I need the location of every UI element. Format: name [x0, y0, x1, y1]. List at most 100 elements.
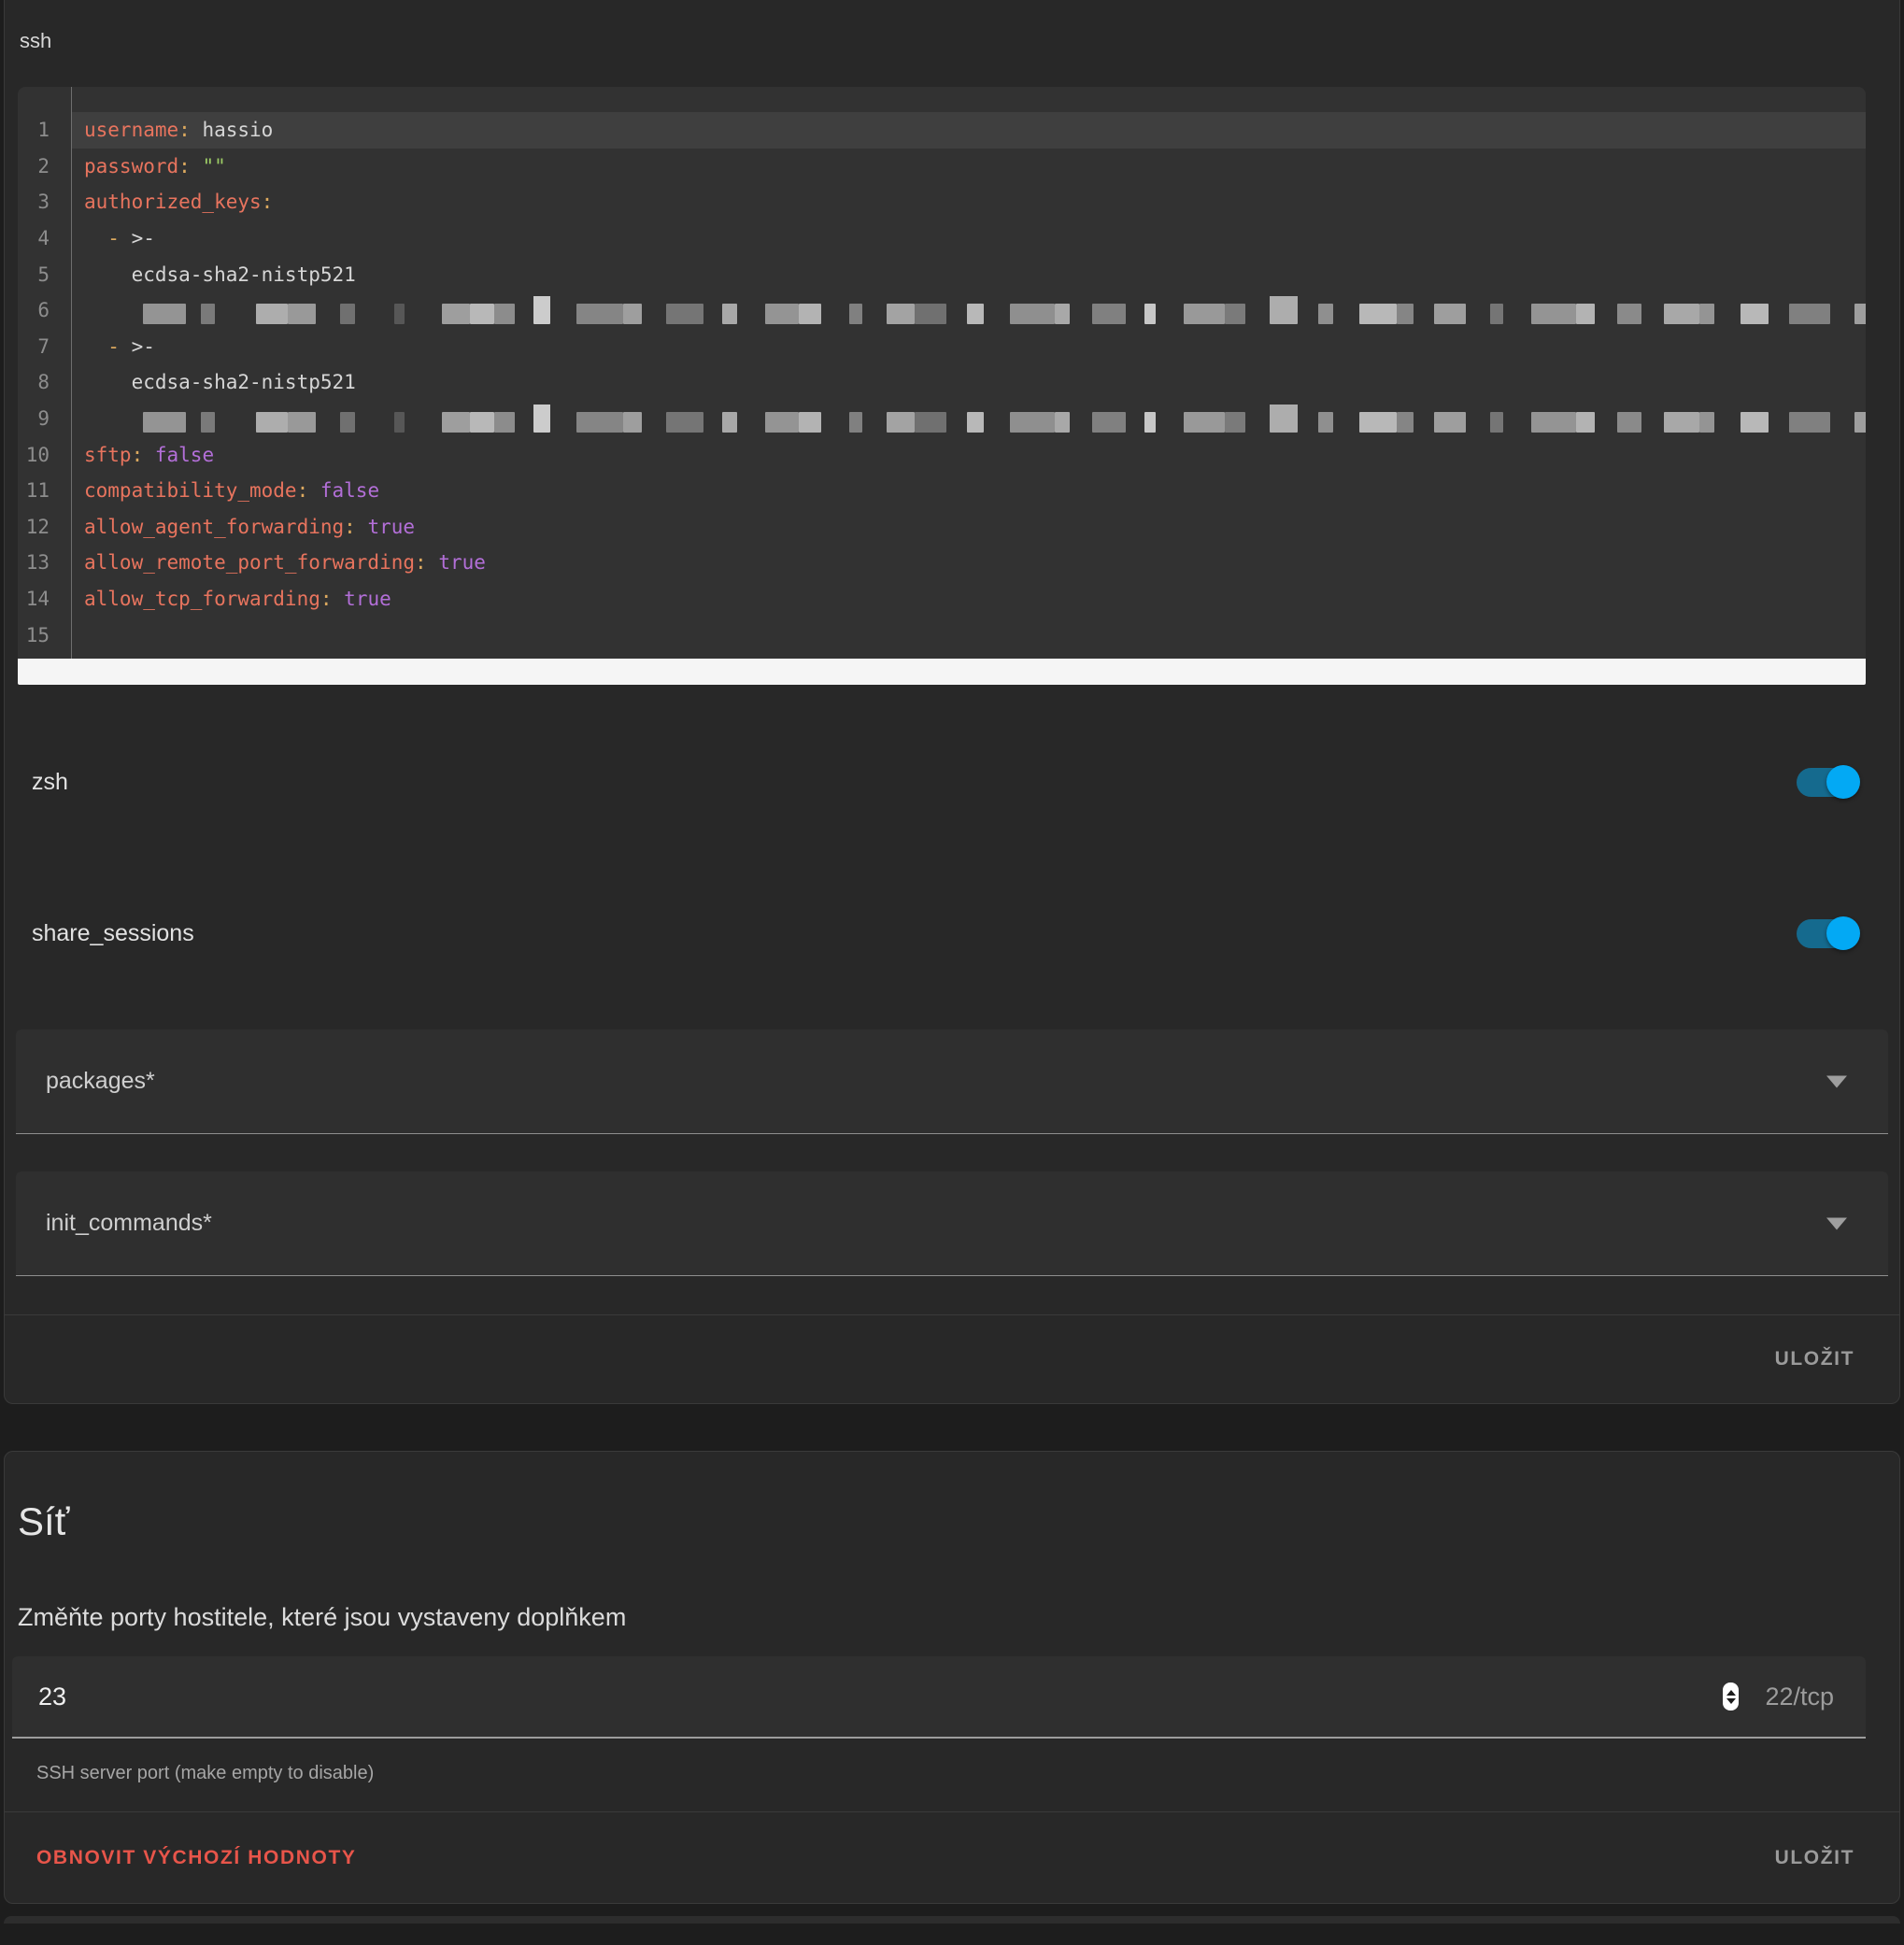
- redacted-block: [722, 304, 737, 324]
- redacted-block: [1359, 412, 1397, 433]
- redacted-block: [1699, 304, 1714, 324]
- reset-defaults-button[interactable]: OBNOVIT VÝCHOZÍ HODNOTY: [33, 1838, 360, 1879]
- line-number: 11: [18, 479, 50, 502]
- editor-line-content: authorized_keys:: [71, 184, 1866, 220]
- redacted-block: [1741, 412, 1769, 433]
- redacted-block: [288, 412, 316, 433]
- ssh-port-field[interactable]: 22/tcp: [12, 1656, 1866, 1739]
- editor-line[interactable]: 13allow_remote_port_forwarding: true: [18, 545, 1866, 581]
- redacted-block: [1144, 412, 1156, 433]
- editor-line[interactable]: 2password: "": [18, 149, 1866, 185]
- editor-line[interactable]: 12allow_agent_forwarding: true: [18, 509, 1866, 546]
- network-card: Síť Změňte porty hostitele, které jsou v…: [4, 1451, 1900, 1904]
- redacted-block: [1490, 304, 1503, 324]
- redacted-block: [394, 304, 405, 324]
- redacted-block: [494, 304, 515, 324]
- redacted-block: [623, 304, 642, 324]
- init-commands-select[interactable]: init_commands*: [16, 1171, 1888, 1276]
- editor-line-content: allow_agent_forwarding: true: [71, 509, 1866, 546]
- redacted-block: [576, 304, 623, 324]
- redacted-block: [470, 304, 494, 324]
- editor-line-content: ecdsa-sha2-nistp521: [71, 256, 1866, 292]
- redacted-block: [1664, 304, 1699, 324]
- container-port-label: 22/tcp: [1765, 1682, 1834, 1711]
- line-number: 8: [18, 371, 50, 393]
- redacted-block: [256, 304, 288, 324]
- port-stepper-icon[interactable]: [1723, 1682, 1739, 1711]
- redacted-block: [1789, 304, 1830, 324]
- network-description: Změňte porty hostitele, které jsou vysta…: [5, 1603, 1899, 1632]
- ssh-port-input[interactable]: [36, 1682, 1723, 1712]
- editor-line[interactable]: 4 - >-: [18, 220, 1866, 257]
- line-number: 7: [18, 335, 50, 358]
- redacted-block: [1789, 412, 1830, 433]
- packages-select[interactable]: packages*: [16, 1029, 1888, 1134]
- yaml-editor[interactable]: 1username: hassio2password: "" 3 authorize…: [18, 87, 1866, 659]
- redacted-block: [915, 304, 946, 324]
- zsh-label: zsh: [32, 769, 1797, 796]
- stepper-up-icon[interactable]: [1726, 1690, 1736, 1696]
- redacted-block: [666, 304, 703, 324]
- redacted-block: [442, 304, 470, 324]
- share-sessions-toggle[interactable]: [1797, 916, 1860, 951]
- toggle-thumb: [1826, 765, 1860, 799]
- editor-line[interactable]: 15: [18, 617, 1866, 653]
- redacted-block: [201, 412, 215, 433]
- redacted-block: [1397, 412, 1414, 433]
- zsh-toggle[interactable]: [1797, 764, 1860, 800]
- redacted-block: [1854, 412, 1866, 433]
- toggle-row-zsh: zsh: [5, 760, 1899, 804]
- redacted-block: [1576, 304, 1595, 324]
- port-helper-text: SSH server port (make empty to disable): [5, 1763, 1899, 1784]
- redacted-block: [1270, 296, 1298, 324]
- redacted-block: [1531, 412, 1576, 433]
- redacted-block: [1617, 412, 1641, 433]
- redacted-block: [1184, 412, 1225, 433]
- toggle-thumb: [1826, 916, 1860, 950]
- redacted-block: [799, 304, 821, 324]
- editor-line[interactable]: 8 ecdsa-sha2-nistp521: [18, 364, 1866, 401]
- editor-line[interactable]: 7 - >-: [18, 329, 1866, 365]
- editor-line[interactable]: 11 compatibility_mode: false: [18, 473, 1866, 509]
- redacted-block: [765, 304, 799, 324]
- editor-line[interactable]: 3 authorized_keys:: [18, 184, 1866, 220]
- line-number: 3: [18, 191, 50, 213]
- line-number: 1: [18, 119, 50, 141]
- editor-line[interactable]: 10sftp: false: [18, 436, 1866, 473]
- redacted-block: [201, 304, 215, 324]
- editor-line-content: compatibility_mode: false: [71, 473, 1866, 509]
- editor-line-content: - >-: [71, 329, 1866, 365]
- redacted-block: [765, 412, 799, 433]
- redacted-block: [340, 304, 355, 324]
- save-network-button[interactable]: ULOŽIT: [1771, 1838, 1858, 1879]
- redacted-block: [1854, 304, 1866, 324]
- editor-line[interactable]: 14allow_tcp_forwarding: true: [18, 581, 1866, 618]
- redacted-block: [623, 412, 642, 433]
- redacted-block: [1225, 304, 1245, 324]
- editor-line-content: ecdsa-sha2-nistp521: [71, 364, 1866, 401]
- editor-line-content: [71, 401, 1866, 437]
- editor-line[interactable]: 1username: hassio: [18, 112, 1866, 149]
- redacted-block: [887, 304, 915, 324]
- editor-gutter-divider: [71, 87, 72, 659]
- redacted-block: [1270, 405, 1298, 433]
- redacted-key-blocks: [143, 405, 1866, 433]
- redacted-block: [1055, 304, 1070, 324]
- redacted-block: [1318, 304, 1333, 324]
- save-config-button[interactable]: ULOŽIT: [1771, 1339, 1858, 1380]
- redacted-block: [442, 412, 470, 433]
- line-number: 10: [18, 444, 50, 466]
- editor-horizontal-scrollbar[interactable]: [18, 659, 1866, 685]
- editor-line[interactable]: 5 ecdsa-sha2-nistp521: [18, 256, 1866, 292]
- redacted-block: [1741, 304, 1769, 324]
- editor-line[interactable]: 9: [18, 401, 1866, 437]
- redacted-block: [1617, 304, 1641, 324]
- redacted-block: [849, 304, 862, 324]
- redacted-block: [143, 304, 186, 324]
- editor-line[interactable]: 6: [18, 292, 1866, 329]
- ssh-option-label: ssh: [20, 29, 1899, 53]
- editor-line-content: allow_remote_port_forwarding: true: [71, 545, 1866, 581]
- line-number: 9: [18, 407, 50, 430]
- redacted-block: [1184, 304, 1225, 324]
- stepper-down-icon[interactable]: [1726, 1698, 1736, 1704]
